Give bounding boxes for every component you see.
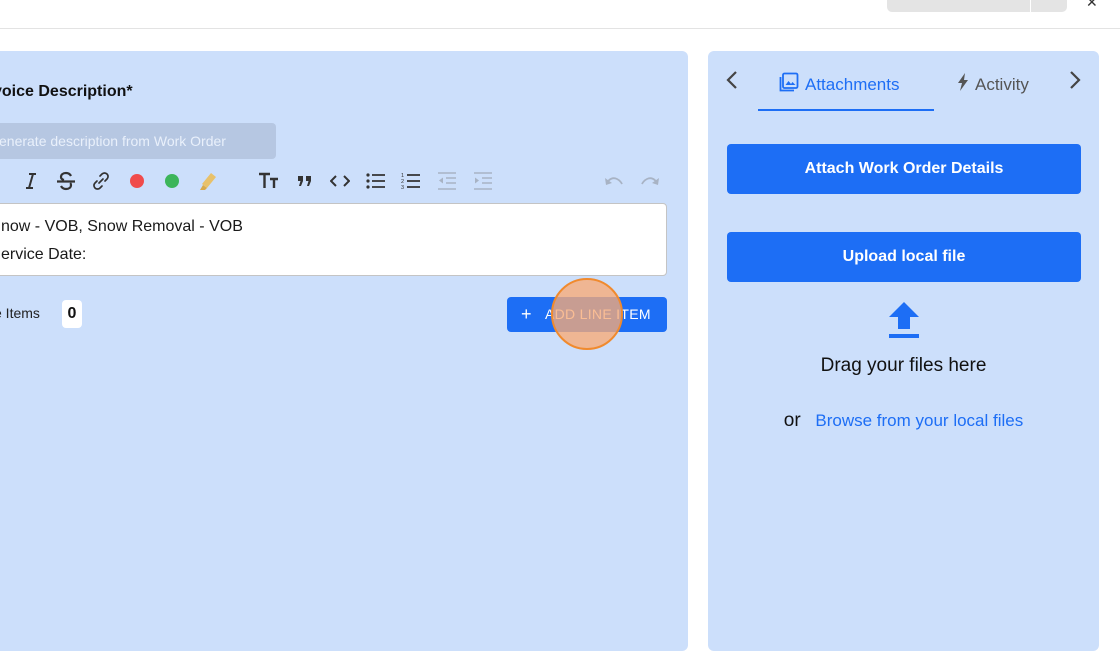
- upload-icon: [887, 301, 921, 339]
- browse-local-files-link[interactable]: Browse from your local files: [815, 411, 1023, 430]
- drag-files-text: Drag your files here: [820, 355, 987, 376]
- add-line-item-button[interactable]: + ADD LINE ITEM: [507, 297, 667, 332]
- italic-icon[interactable]: [22, 168, 40, 194]
- image-icon: [779, 72, 799, 97]
- tab-activity[interactable]: Activity: [957, 72, 1029, 97]
- close-icon[interactable]: ✕: [1086, 0, 1098, 11]
- redo-icon[interactable]: [639, 168, 661, 194]
- numbered-list-icon[interactable]: 123: [400, 168, 422, 194]
- undo-icon[interactable]: [603, 168, 625, 194]
- tab-attachments-label: Attachments: [805, 74, 900, 94]
- top-bar: ✕: [0, 0, 1120, 29]
- chevron-left-icon[interactable]: [726, 70, 738, 96]
- generate-description-button[interactable]: enerate description from Work Order: [0, 123, 276, 159]
- line-items-label: e Items: [0, 305, 40, 321]
- line-items-count-badge: 0: [62, 300, 82, 328]
- tab-attachments[interactable]: Attachments: [779, 72, 900, 97]
- text-size-icon[interactable]: [258, 168, 280, 194]
- top-dropdown-button[interactable]: [1031, 0, 1067, 12]
- svg-text:3: 3: [401, 185, 404, 190]
- quote-icon[interactable]: [295, 168, 315, 194]
- editor-line: now - VOB, Snow Removal - VOB: [1, 218, 243, 235]
- indent-icon[interactable]: [472, 168, 494, 194]
- highlighter-icon[interactable]: [197, 168, 219, 194]
- browse-row: or Browse from your local files: [708, 410, 1099, 432]
- green-color-icon[interactable]: [163, 168, 181, 194]
- side-panel-tabs: Attachments Activity: [708, 62, 1099, 114]
- description-editor[interactable]: now - VOB, Snow Removal - VOB ervice Dat…: [0, 203, 667, 276]
- active-tab-indicator: [758, 109, 934, 111]
- editor-toolbar: 123: [0, 168, 670, 194]
- add-line-item-label: ADD LINE ITEM: [545, 306, 651, 322]
- or-text: or: [783, 410, 801, 431]
- bolt-icon: [957, 72, 969, 97]
- red-color-icon[interactable]: [128, 168, 146, 194]
- strikethrough-icon[interactable]: [56, 168, 76, 194]
- tab-activity-label: Activity: [975, 74, 1029, 94]
- outdent-icon[interactable]: [436, 168, 458, 194]
- invoice-description-label: voice Description*: [0, 83, 133, 100]
- attach-work-order-details-button[interactable]: Attach Work Order Details: [727, 144, 1081, 194]
- plus-icon: +: [521, 304, 532, 324]
- bullet-list-icon[interactable]: [365, 168, 387, 194]
- code-icon[interactable]: [329, 168, 351, 194]
- chevron-right-icon[interactable]: [1069, 70, 1081, 96]
- top-action-button[interactable]: [887, 0, 1030, 12]
- editor-line: ervice Date:: [1, 246, 87, 263]
- link-icon[interactable]: [90, 168, 112, 194]
- upload-local-file-button[interactable]: Upload local file: [727, 232, 1081, 282]
- attachments-panel: [708, 51, 1099, 651]
